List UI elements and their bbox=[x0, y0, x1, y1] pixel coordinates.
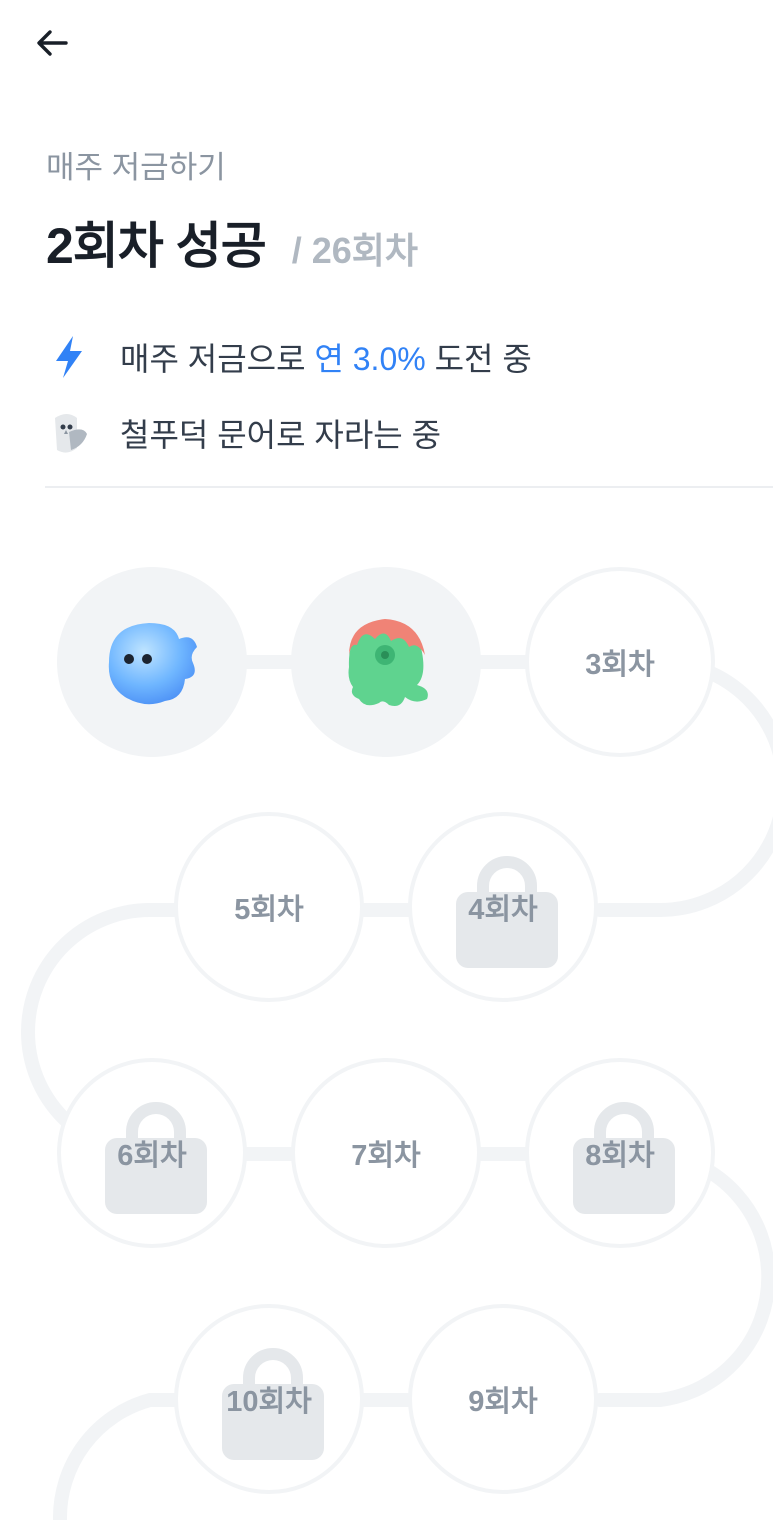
stage-8[interactable]: 8회차 bbox=[525, 1058, 715, 1248]
stage-7[interactable]: 7회차 bbox=[291, 1058, 481, 1248]
stage-label: 8회차 bbox=[585, 1140, 655, 1172]
stage-label: 6회차 bbox=[117, 1140, 187, 1172]
stage-2[interactable] bbox=[291, 567, 481, 757]
stage-label: 5회차 bbox=[234, 894, 304, 926]
stage-5[interactable]: 5회차 bbox=[174, 812, 364, 1002]
stage-3[interactable]: 3회차 bbox=[525, 567, 715, 757]
green-octopus-character-icon bbox=[348, 619, 428, 706]
stage-label: 10회차 bbox=[226, 1386, 312, 1418]
stage-4[interactable]: 4회차 bbox=[408, 812, 598, 1002]
stage-label: 7회차 bbox=[351, 1140, 421, 1172]
stage-label: 3회차 bbox=[585, 649, 655, 681]
blue-blob-character-icon bbox=[108, 623, 197, 705]
stage-6[interactable]: 6회차 bbox=[57, 1058, 247, 1248]
stage-10[interactable]: 10회차 bbox=[174, 1304, 364, 1494]
progress-path bbox=[21, 655, 773, 1520]
stage-9[interactable]: 9회차 bbox=[408, 1304, 598, 1494]
stage-1[interactable] bbox=[57, 567, 247, 757]
stage-label: 4회차 bbox=[468, 894, 538, 926]
stage-label: 9회차 bbox=[468, 1386, 538, 1418]
